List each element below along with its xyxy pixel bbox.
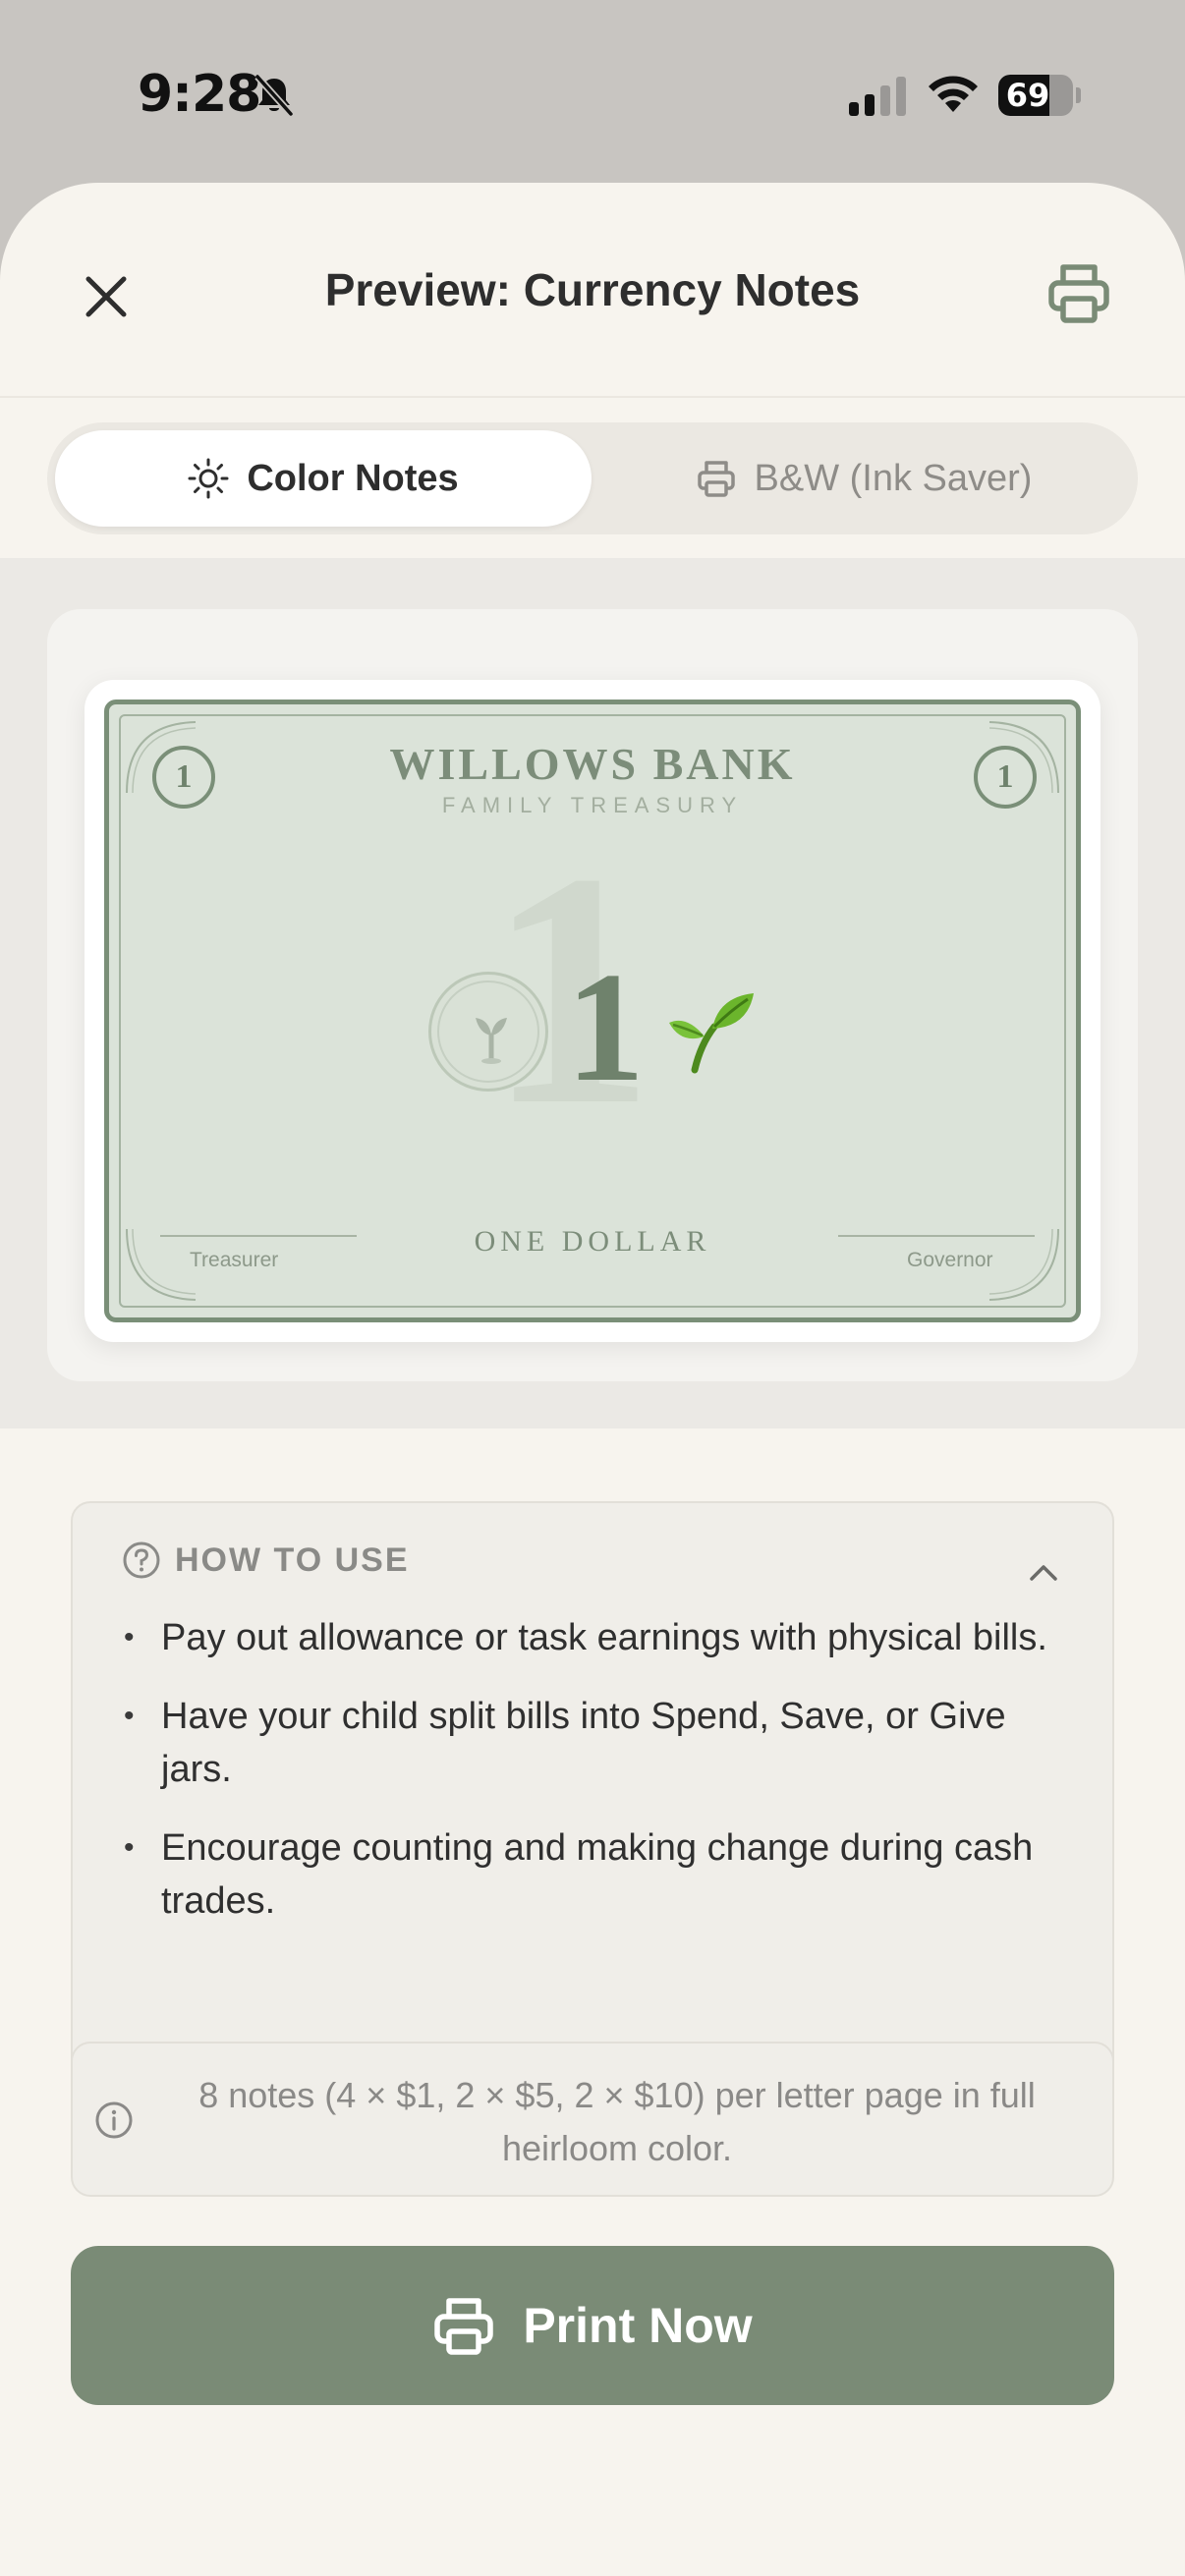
info-text: 8 notes (4 × $1, 2 × $5, 2 × $10) per le… xyxy=(198,2075,1036,2168)
tab-bw-label: B&W (Ink Saver) xyxy=(754,457,1033,499)
seal-emblem xyxy=(428,972,548,1092)
note-value: 1 xyxy=(566,939,645,1114)
print-now-button[interactable]: Print Now xyxy=(71,2246,1114,2405)
info-icon xyxy=(95,2101,133,2139)
info-box: 8 notes (4 × $1, 2 × $5, 2 × $10) per le… xyxy=(71,2042,1114,2197)
list-item-text: Have your child split bills into Spend, … xyxy=(161,1696,1006,1790)
status-time: 9:28 xyxy=(138,65,261,124)
help-circle-icon xyxy=(123,1541,160,1579)
how-to-use-list: • Pay out allowance or task earnings with… xyxy=(122,1611,1085,1953)
status-bar: 9:28 69 xyxy=(0,0,1185,187)
printer-icon xyxy=(697,461,735,497)
note-preview-area: 1 1 WILLOWS BANK FAMILY TREASURY 1 1 Tre… xyxy=(0,558,1185,1428)
printer-icon xyxy=(434,2298,494,2355)
tab-color-notes[interactable]: Color Notes xyxy=(55,430,592,527)
list-item-text: Encourage counting and making change dur… xyxy=(161,1827,1034,1922)
how-to-use-title: HOW TO USE xyxy=(175,1540,410,1579)
list-item-text: Pay out allowance or task earnings with … xyxy=(161,1617,1047,1658)
how-to-use-header[interactable]: HOW TO USE xyxy=(122,1540,410,1580)
printer-icon xyxy=(1048,264,1109,323)
list-item: • Pay out allowance or task earnings with… xyxy=(122,1611,1085,1664)
battery-percent: 69 xyxy=(1005,77,1050,114)
bank-name: WILLOWS BANK xyxy=(389,739,796,789)
bullet: • xyxy=(124,1700,135,1732)
currency-note-frame: 1 1 WILLOWS BANK FAMILY TREASURY 1 1 Tre… xyxy=(85,680,1100,1342)
print-now-label: Print Now xyxy=(523,2298,753,2353)
header-divider xyxy=(0,396,1185,398)
list-item: • Have your child split bills into Spend,… xyxy=(122,1690,1085,1796)
preview-card: 1 1 WILLOWS BANK FAMILY TREASURY 1 1 Tre… xyxy=(47,609,1138,1381)
tab-bw-ink-saver[interactable]: B&W (Ink Saver) xyxy=(597,430,1130,527)
cellular-signal-icon xyxy=(849,77,906,116)
list-item: • Encourage counting and making change du… xyxy=(122,1821,1085,1928)
print-header-button[interactable] xyxy=(1040,253,1118,332)
seedling-icon xyxy=(476,1018,507,1064)
bell-muted-icon xyxy=(254,74,294,117)
chevron-up-icon[interactable] xyxy=(1024,1552,1063,1592)
page-title: Preview: Currency Notes xyxy=(324,264,861,315)
sheet-header: Preview: Currency Notes xyxy=(0,183,1185,397)
print-mode-segmented-control: Color Notes B&W (Ink Saver) xyxy=(47,422,1138,534)
sprout-emoji-icon xyxy=(669,993,754,1074)
battery-indicator: 69 xyxy=(998,75,1081,116)
battery-cap xyxy=(1076,87,1081,103)
denomination-text: ONE DOLLAR xyxy=(474,1225,711,1258)
bullet: • xyxy=(124,1621,135,1653)
sun-icon xyxy=(188,458,229,499)
battery-body: 69 xyxy=(998,75,1073,116)
bullet: • xyxy=(124,1831,135,1864)
tab-color-notes-label: Color Notes xyxy=(247,457,459,499)
wifi-icon xyxy=(929,76,978,112)
preview-sheet: Preview: Currency Notes Color Notes B&W … xyxy=(0,183,1185,2576)
currency-note: 1 1 WILLOWS BANK FAMILY TREASURY 1 1 Tre… xyxy=(104,700,1081,1322)
